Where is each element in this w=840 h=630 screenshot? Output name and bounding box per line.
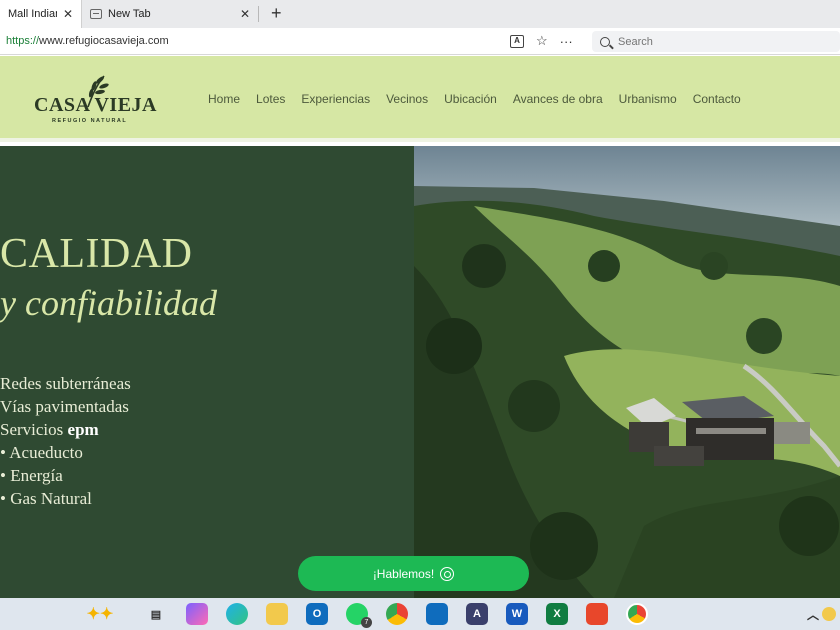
nav-home[interactable]: Home: [208, 92, 240, 106]
hero-aerial-photo: [414, 146, 840, 598]
taskbar: ✦✦ ▤ O 7 A W X ︿: [0, 598, 840, 630]
more-options-icon[interactable]: ···: [560, 34, 573, 49]
close-icon[interactable]: ✕: [63, 7, 73, 21]
nav-urbanismo[interactable]: Urbanismo: [619, 92, 677, 106]
search-icon: [600, 36, 610, 47]
site-logo[interactable]: CASA VIEJA REFUGIO NATURAL: [34, 74, 157, 126]
edge-browser-icon[interactable]: [226, 603, 248, 625]
file-explorer-icon[interactable]: [266, 603, 288, 625]
main-nav: Home Lotes Experiencias Vecinos Ubicació…: [208, 92, 757, 106]
copilot-sparkle-icon[interactable]: ✦✦: [80, 603, 120, 625]
chevron-up-icon[interactable]: ︿: [802, 603, 824, 625]
feature-text: Servicios: [0, 420, 68, 439]
nav-contacto[interactable]: Contacto: [693, 92, 741, 106]
search-input[interactable]: [618, 35, 818, 48]
feature-item: • Energía: [0, 466, 63, 485]
browser-tab-bar: Mall Indiana ✕ New Tab ✕ +: [0, 0, 840, 28]
logo-tagline: REFUGIO NATURAL: [52, 118, 128, 124]
feature-list: Redes subterráneas Vías pavimentadas Ser…: [0, 372, 131, 510]
tab-new-tab[interactable]: New Tab ✕: [82, 0, 258, 28]
hero-text-panel: CALIDAD y confiabilidad Redes subterráne…: [0, 146, 414, 598]
feature-item: • Acueducto: [0, 443, 83, 462]
chat-button-label: ¡Hablemos!: [372, 566, 435, 581]
brave-icon[interactable]: [586, 603, 608, 625]
excel-icon[interactable]: X: [546, 603, 568, 625]
feature-item: Redes subterráneas: [0, 374, 131, 393]
whatsapp-taskbar-icon[interactable]: 7: [346, 603, 372, 628]
system-tray-icon[interactable]: [822, 607, 836, 621]
address-bar: https://www.refugiocasavieja.com A ☆ ···: [0, 28, 840, 55]
new-tab-button[interactable]: +: [265, 0, 288, 28]
chrome-icon[interactable]: [386, 603, 408, 625]
translate-icon[interactable]: A: [510, 34, 524, 48]
tab-title: Mall Indiana: [8, 8, 57, 20]
close-icon[interactable]: ✕: [240, 7, 250, 21]
chrome-active-icon[interactable]: [626, 603, 648, 625]
hero-title: CALIDAD: [0, 231, 193, 277]
app-icon[interactable]: A: [466, 603, 488, 625]
nav-experiencias[interactable]: Experiencias: [301, 92, 370, 106]
url-field[interactable]: https://www.refugiocasavieja.com: [6, 35, 169, 47]
nav-lotes[interactable]: Lotes: [256, 92, 285, 106]
tab-title: New Tab: [108, 8, 151, 20]
whatsapp-icon: [440, 566, 455, 581]
logo-wordmark: CASA VIEJA: [34, 94, 157, 116]
url-host: www.refugiocasavieja.com: [39, 35, 169, 47]
nav-vecinos[interactable]: Vecinos: [386, 92, 428, 106]
feature-item: Servicios epm: [0, 418, 131, 441]
new-tab-icon: [90, 9, 102, 19]
feature-item: Vías pavimentadas: [0, 397, 129, 416]
hero-subtitle: y confiabilidad: [0, 283, 217, 323]
tab-mall-indiana[interactable]: Mall Indiana ✕: [0, 0, 82, 28]
notification-badge: 7: [361, 617, 372, 628]
microsoft-store-icon[interactable]: [426, 603, 448, 625]
task-view-icon[interactable]: ▤: [145, 603, 167, 625]
copilot-icon[interactable]: [186, 603, 208, 625]
landscape-image: [414, 146, 840, 598]
feature-item: • Gas Natural: [0, 489, 92, 508]
feature-brand: epm: [67, 420, 99, 439]
url-scheme: https://: [6, 35, 40, 47]
nav-avances-de-obra[interactable]: Avances de obra: [513, 92, 603, 106]
outlook-icon[interactable]: O: [306, 603, 328, 625]
whatsapp-chat-button[interactable]: ¡Hablemos!: [298, 556, 529, 591]
word-icon[interactable]: W: [506, 603, 528, 625]
favorite-star-icon[interactable]: ☆: [536, 33, 548, 49]
tab-divider: [258, 6, 259, 22]
nav-ubicacion[interactable]: Ubicación: [444, 92, 497, 106]
search-box[interactable]: [592, 31, 840, 52]
site-header: CASA VIEJA REFUGIO NATURAL Home Lotes Ex…: [0, 56, 840, 142]
